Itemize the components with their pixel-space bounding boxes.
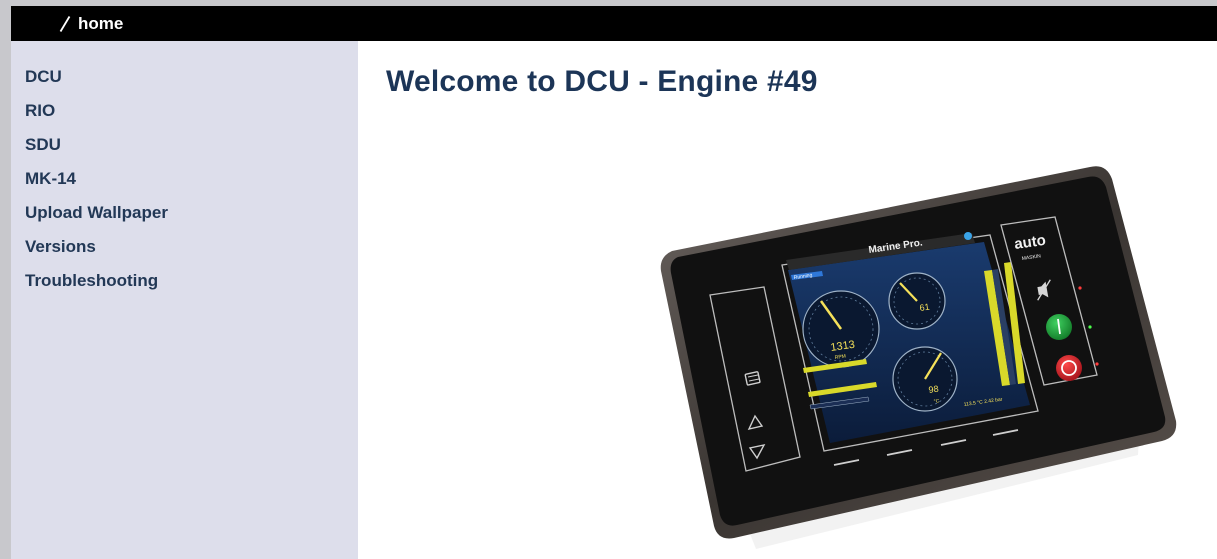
sidebar-item-dcu[interactable]: DCU [25, 67, 168, 101]
breadcrumb-slash-icon [59, 16, 71, 32]
rpm-gauge: 1313 RPM [802, 290, 880, 368]
main-content: Welcome to DCU - Engine #49 Marine Pro. … [358, 41, 1217, 559]
sidebar: DCU RIO SDU MK-14 Upload Wallpaper Versi… [11, 41, 358, 559]
sidebar-item-versions[interactable]: Versions [25, 237, 168, 271]
page-frame: home DCU RIO SDU MK-14 Upload Wallpaper … [11, 6, 1217, 559]
sidebar-nav: DCU RIO SDU MK-14 Upload Wallpaper Versi… [25, 67, 168, 305]
breadcrumb[interactable]: home [59, 13, 123, 35]
pressure-gauge: 61 [888, 272, 946, 330]
coolant-gauge: 98 °C [892, 346, 958, 412]
svg-text:61: 61 [919, 302, 930, 313]
svg-text:98: 98 [928, 384, 939, 395]
sidebar-item-troubleshooting[interactable]: Troubleshooting [25, 271, 168, 305]
sidebar-item-upload-wallpaper[interactable]: Upload Wallpaper [25, 203, 168, 237]
sidebar-item-mk14[interactable]: MK-14 [25, 169, 168, 203]
breadcrumb-home[interactable]: home [78, 14, 123, 34]
page-title: Welcome to DCU - Engine #49 [386, 65, 818, 98]
sidebar-item-sdu[interactable]: SDU [25, 135, 168, 169]
top-bar: home [11, 6, 1217, 41]
sidebar-item-rio[interactable]: RIO [25, 101, 168, 135]
stop-button-icon [1056, 355, 1082, 381]
dcu-product-image: Marine Pro. Running 1313 RPM 61 98 °C 11… [660, 166, 1177, 549]
